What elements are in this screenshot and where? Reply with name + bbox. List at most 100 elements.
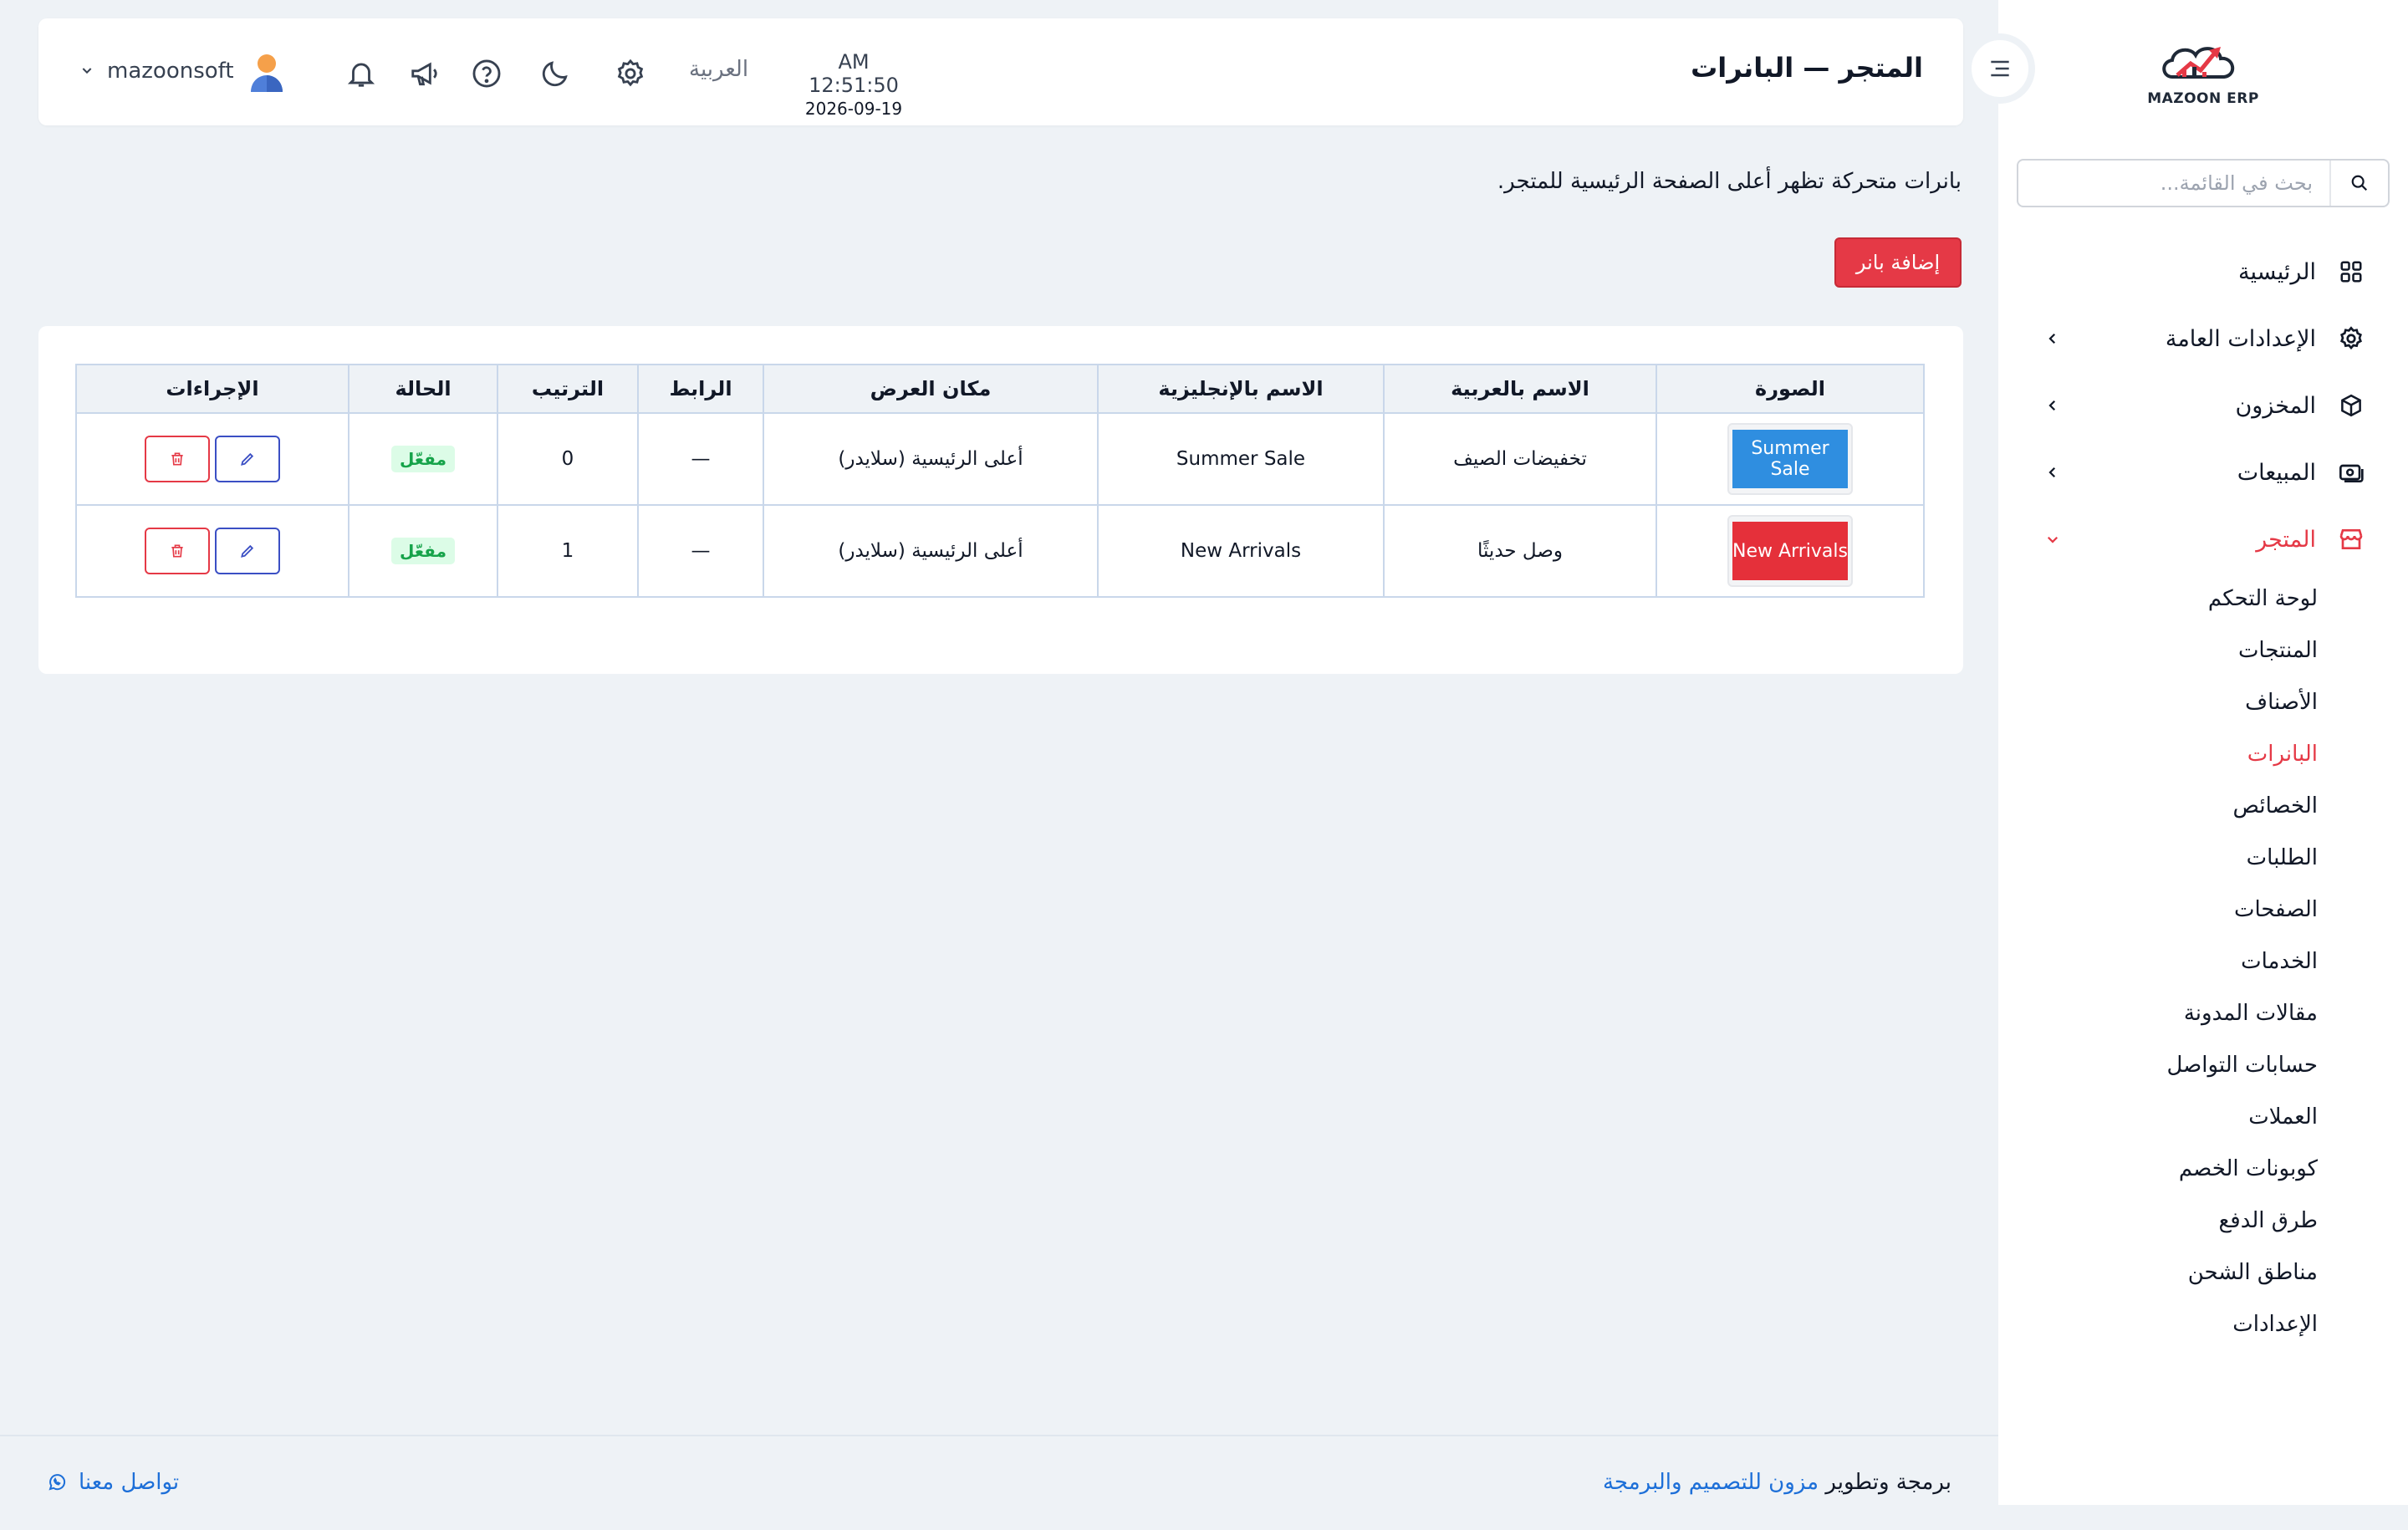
sidebar-item-inventory[interactable]: المخزون (1998, 372, 2408, 439)
sidebar-item-sales[interactable]: المبيعات (1998, 439, 2408, 506)
sidebar-subitem-categories[interactable]: الأصناف (1998, 676, 2408, 728)
chevron-left-icon (2040, 460, 2065, 485)
chevron-down-icon (2040, 527, 2065, 552)
sidebar-subitem-services[interactable]: الخدمات (1998, 936, 2408, 987)
col-status: الحالة (348, 364, 498, 414)
sidebar-subitem-currencies[interactable]: العملات (1998, 1091, 2408, 1143)
megaphone-icon[interactable] (406, 55, 443, 92)
menu-toggle-button[interactable] (1965, 33, 2035, 104)
chevron-left-icon (2040, 326, 2065, 351)
edit-button[interactable] (215, 528, 280, 574)
clock-date: 2026-09-19 (804, 99, 903, 119)
cell-placement: أعلى الرئيسية (سلايدر) (763, 412, 1099, 506)
col-placement: مكان العرض (763, 364, 1099, 414)
col-image: الصورة (1656, 364, 1925, 414)
cell-status: مفعّل (348, 504, 498, 598)
cell-actions (75, 412, 349, 506)
search-icon[interactable] (2329, 161, 2388, 206)
sidebar-item-general-settings[interactable]: الإعدادات العامة (1998, 305, 2408, 372)
language-switch[interactable]: العربية (689, 57, 748, 82)
table-header-row: الصورة الاسم بالعربية الاسم بالإنجليزية … (75, 364, 1925, 414)
col-name-en: الاسم بالإنجليزية (1097, 364, 1385, 414)
sidebar-subitem-banners[interactable]: البانرات (1998, 728, 2408, 780)
sidebar-subitem-shipping[interactable]: مناطق الشحن (1998, 1247, 2408, 1298)
sidebar-subitem-attributes[interactable]: الخصائص (1998, 780, 2408, 832)
trash-icon (171, 544, 183, 558)
whatsapp-icon (48, 1474, 66, 1491)
banner-thumbnail-label: Summer Sale (1732, 430, 1848, 488)
sidebar-subitem-blog[interactable]: مقالات المدونة (1998, 987, 2408, 1039)
banner-thumbnail[interactable]: New Arrivals (1727, 515, 1853, 587)
header-clock: AM 12:51:50 2026-09-19 (791, 50, 916, 119)
sidebar-search-input[interactable] (2018, 161, 2329, 206)
page-description: بانرات متحركة تظهر أعلى الصفحة الرئيسية … (1497, 169, 1962, 194)
sidebar: MAZOON ERP الرئيسية الإعدادات العامة (1998, 0, 2408, 1505)
brand-logo[interactable]: MAZOON ERP (2140, 37, 2266, 114)
sidebar-subitem-social[interactable]: حسابات التواصل (1998, 1039, 2408, 1091)
gear-icon (2336, 324, 2366, 354)
top-header: المتجر — البانرات AM 12:51:50 2026-09-19… (38, 18, 1963, 125)
delete-button[interactable] (145, 528, 210, 574)
sidebar-subitem-dashboard[interactable]: لوحة التحكم (1998, 573, 2408, 625)
row-actions (77, 436, 348, 482)
grid-icon (2336, 257, 2366, 287)
store-subnav: لوحة التحكم المنتجات الأصناف البانرات ال… (1998, 573, 2408, 1350)
chevron-left-icon (2040, 393, 2065, 418)
cell-image: Summer Sale (1656, 412, 1925, 506)
delete-button[interactable] (145, 436, 210, 482)
edit-button[interactable] (215, 436, 280, 482)
user-name[interactable]: mazoonsoft (107, 59, 234, 84)
cash-icon (2336, 457, 2366, 487)
cell-image: New Arrivals (1656, 504, 1925, 598)
status-badge: مفعّل (391, 446, 455, 472)
sidebar-item-label: المتجر (2256, 526, 2316, 553)
sidebar-subitem-settings[interactable]: الإعدادات (1998, 1298, 2408, 1350)
cell-actions (75, 504, 349, 598)
table-row: New Arrivals وصل حديثًا New Arrivals أعل… (75, 504, 1925, 598)
sidebar-search (2017, 159, 2390, 207)
add-banner-button[interactable]: إضافة بانر (1834, 237, 1962, 288)
bell-icon[interactable] (343, 55, 380, 92)
cell-name-ar: تخفيضات الصيف (1383, 412, 1657, 506)
sidebar-subitem-payment[interactable]: طرق الدفع (1998, 1195, 2408, 1247)
sidebar-subitem-coupons[interactable]: كوبونات الخصم (1998, 1143, 2408, 1195)
cell-name-ar: وصل حديثًا (1383, 504, 1657, 598)
sidebar-item-label: المخزون (2235, 392, 2316, 419)
footer-credit-prefix: برمجة وتطوير (1825, 1470, 1951, 1495)
logo-icon (2162, 47, 2234, 79)
sidebar-item-label: الرئيسية (2238, 258, 2316, 285)
cell-status: مفعّل (348, 412, 498, 506)
cell-order: 0 (497, 412, 639, 506)
clock-time: AM 12:51:50 (809, 50, 899, 97)
banners-table: الصورة الاسم بالعربية الاسم بالإنجليزية … (75, 364, 1925, 598)
sidebar-item-store[interactable]: المتجر (1998, 506, 2408, 573)
table-row: Summer Sale تخفيضات الصيف Summer Sale أع… (75, 412, 1925, 506)
sidebar-item-home[interactable]: الرئيسية (1998, 238, 2408, 305)
gear-icon[interactable] (612, 55, 649, 92)
moon-icon[interactable] (537, 55, 574, 92)
banners-card: الصورة الاسم بالعربية الاسم بالإنجليزية … (38, 326, 1963, 674)
avatar[interactable] (246, 52, 288, 94)
cell-link: — (637, 412, 764, 506)
sidebar-item-label: الإعدادات العامة (2165, 325, 2316, 352)
cell-name-en: New Arrivals (1097, 504, 1385, 598)
pencil-icon (241, 544, 254, 558)
cell-order: 1 (497, 504, 639, 598)
sidebar-nav: الرئيسية الإعدادات العامة المخزون المبيع… (1998, 238, 2408, 1350)
sidebar-subitem-products[interactable]: المنتجات (1998, 625, 2408, 676)
logo-text: MAZOON ERP (2147, 90, 2259, 107)
store-icon (2336, 524, 2366, 554)
sidebar-subitem-orders[interactable]: الطلبات (1998, 832, 2408, 884)
contact-link[interactable]: تواصل معنا (47, 1470, 179, 1495)
sidebar-subitem-pages[interactable]: الصفحات (1998, 884, 2408, 936)
col-order: الترتيب (497, 364, 639, 414)
help-icon[interactable] (468, 55, 505, 92)
footer-credit-link[interactable]: مزون للتصميم والبرمجة (1603, 1470, 1819, 1495)
chevron-down-icon[interactable] (80, 64, 97, 80)
banner-thumbnail[interactable]: Summer Sale (1727, 423, 1853, 495)
pencil-icon (241, 452, 254, 466)
page-title: المتجر — البانرات (1691, 52, 1923, 84)
box-icon (2336, 390, 2366, 421)
footer: برمجة وتطوير مزون للتصميم والبرمجة تواصل… (0, 1435, 1998, 1530)
sidebar-item-label: المبيعات (2237, 459, 2316, 486)
